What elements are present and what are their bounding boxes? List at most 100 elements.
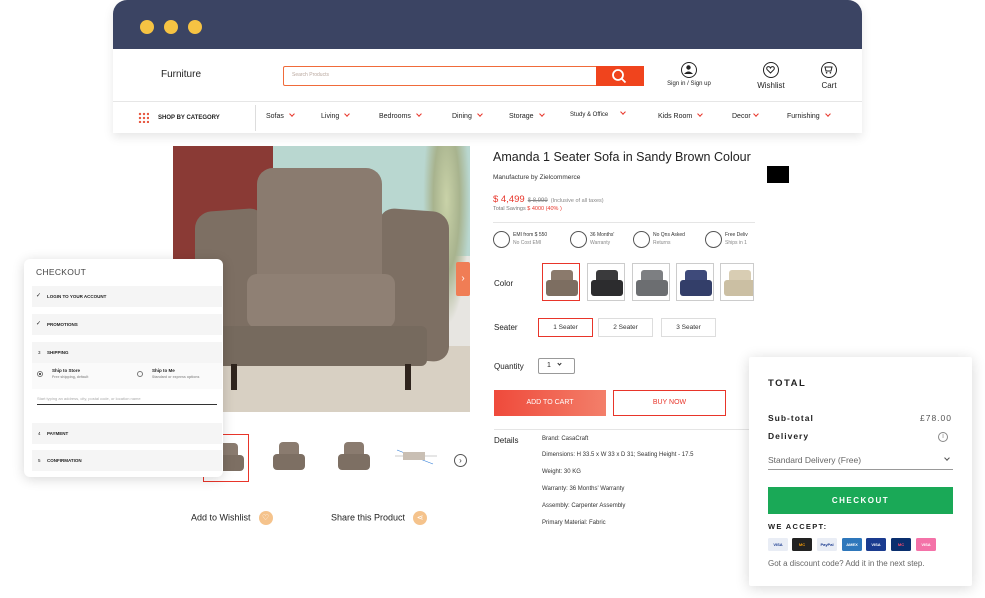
category-divider <box>255 105 256 131</box>
mastercard-icon: MC <box>792 538 812 551</box>
chevron-down-icon <box>344 111 351 117</box>
search-input[interactable]: Search Products <box>292 72 329 78</box>
feature-strip: EMI from $ 550 No Cost EMI 36 Months' Warr… <box>493 222 755 256</box>
signin-link[interactable]: Sign in / Sign up <box>662 62 716 87</box>
manufacturer: Manufacture by Zielcommerce <box>493 174 581 181</box>
mrp-price: $ 8,999 <box>527 198 548 204</box>
category-dining[interactable]: Dining <box>452 111 483 120</box>
redaction-box <box>767 166 789 183</box>
heart-icon <box>763 62 779 78</box>
subtotal-label: Sub-total <box>768 413 814 423</box>
shipping-options: Ship to Store Free shipping, default Shi… <box>32 363 222 389</box>
info-icon[interactable]: i <box>938 432 948 442</box>
amex-card-icon: AMEX <box>842 538 862 551</box>
price-row: $ 4,499 $ 8,999 (Inclusive of all taxes) <box>493 189 604 207</box>
add-to-cart-button[interactable]: ADD TO CART <box>494 390 606 416</box>
chevron-down-icon <box>944 455 950 461</box>
signin-label: Sign in / Sign up <box>667 81 711 87</box>
category-label: Study & Office <box>570 112 609 118</box>
detail-material: Primary Material: Fabric <box>542 520 606 526</box>
checkout-button[interactable]: CHECKOUT <box>768 487 953 514</box>
site-header: Furniture Search Products Sign in / Sign… <box>113 49 862 102</box>
feature-emi: EMI from $ 550 No Cost EMI <box>493 231 547 249</box>
category-storage[interactable]: Storage <box>509 111 545 120</box>
window-dot-3[interactable] <box>188 20 202 34</box>
color-swatch-blue[interactable] <box>676 263 714 301</box>
order-total-card: TOTAL Sub-total £78.00 Delivery i Standa… <box>749 357 972 586</box>
category-sofas[interactable]: Sofas <box>266 111 295 120</box>
ship-to-store-radio[interactable] <box>37 371 43 377</box>
thumbnail[interactable] <box>265 434 311 482</box>
details-label: Details <box>494 436 519 445</box>
share-product[interactable]: Share this Product ⋖ <box>331 511 428 525</box>
category-bedrooms[interactable]: Bedrooms <box>379 111 422 120</box>
visa-electron-card-icon: VISA <box>866 538 886 551</box>
category-furnishing[interactable]: Furnishing <box>787 111 831 120</box>
subtotal-value: £78.00 <box>920 413 952 423</box>
checkout-step-login[interactable]: ✓ LOGIN TO YOUR ACCOUNT <box>32 286 222 307</box>
window-dot-1[interactable] <box>140 20 154 34</box>
product-title: Amanda 1 Seater Sofa in Sandy Brown Colo… <box>493 150 751 164</box>
image-next-arrow[interactable]: › <box>456 262 470 296</box>
search-button[interactable] <box>596 66 644 86</box>
price: $ 4,499 <box>493 194 525 205</box>
seater-label: Seater <box>494 323 518 332</box>
share-icon: ⋖ <box>413 511 428 525</box>
visa-card-icon: VISA <box>768 538 788 551</box>
quantity-label: Quantity <box>494 362 524 371</box>
category-bar: SHOP BY CATEGORY Sofas Living Bedrooms D… <box>113 103 862 133</box>
site-logo[interactable]: Furniture <box>161 69 201 80</box>
category-label: Sofas <box>266 113 284 120</box>
category-decor[interactable]: Decor <box>732 111 759 120</box>
warranty-shield-icon <box>570 231 587 248</box>
color-swatch-brown[interactable] <box>542 263 580 301</box>
color-swatch-grey[interactable] <box>632 263 670 301</box>
quantity-select[interactable]: 1 <box>538 358 575 374</box>
shop-by-category[interactable]: SHOP BY CATEGORY <box>138 112 220 123</box>
color-swatch-beige[interactable] <box>720 263 754 301</box>
thumbnail[interactable] <box>330 434 376 482</box>
add-to-wishlist[interactable]: Add to Wishlist ♡ <box>191 511 273 525</box>
seater-option-1[interactable]: 1 Seater <box>538 318 593 337</box>
we-accept-label: WE ACCEPT: <box>768 522 828 531</box>
buy-now-button[interactable]: BUY NOW <box>613 390 726 416</box>
color-swatch-black[interactable] <box>587 263 625 301</box>
chevron-down-icon <box>752 111 759 117</box>
chevron-down-icon <box>697 111 704 117</box>
share-label: Share this Product <box>331 512 406 523</box>
category-study-office[interactable]: Study & Office <box>570 109 627 118</box>
feature-returns: No Qns Asked Returns <box>633 231 685 249</box>
address-input[interactable]: Start typing an address, city, postal co… <box>37 396 217 405</box>
feature-warranty: 36 Months' Warranty <box>570 231 614 249</box>
discount-note: Got a discount code? Add it in the next … <box>768 559 925 568</box>
category-label: Furnishing <box>787 113 820 120</box>
category-label: Living <box>321 113 340 120</box>
category-label: Decor <box>732 113 751 120</box>
search-bar[interactable]: Search Products <box>283 66 644 86</box>
checkout-step-promotions[interactable]: ✓ PROMOTIONS <box>32 314 222 335</box>
wishlist-link[interactable]: Wishlist <box>753 62 789 90</box>
total-title: TOTAL <box>768 378 807 389</box>
delivery-select[interactable]: Standard Delivery (Free) <box>768 451 953 470</box>
cart-label: Cart <box>821 81 837 90</box>
seater-option-3[interactable]: 3 Seater <box>661 318 716 337</box>
quantity-value: 1 <box>547 362 551 369</box>
ship-to-me-radio[interactable] <box>137 371 143 377</box>
category-living[interactable]: Living <box>321 111 351 120</box>
category-kids-room[interactable]: Kids Room <box>658 111 704 120</box>
paypal-card-icon: PayPal <box>817 538 837 551</box>
cart-link[interactable]: Cart <box>815 62 843 90</box>
thumbnail-dimensions[interactable] <box>393 434 439 482</box>
delivery-option: Standard Delivery (Free) <box>768 455 862 465</box>
detail-warranty: Warranty: 36 Months' Warranty <box>542 486 625 492</box>
checkout-step-payment[interactable]: 4 PAYMENT <box>32 423 222 444</box>
checkout-step-confirmation[interactable]: 5 CONFIRMATION <box>32 450 222 471</box>
seater-option-2[interactable]: 2 Seater <box>598 318 653 337</box>
detail-assembly: Assembly: Carpenter Assembly <box>542 503 626 509</box>
window-dot-2[interactable] <box>164 20 178 34</box>
checkout-title: CHECKOUT <box>36 267 87 277</box>
category-label: Storage <box>509 113 534 120</box>
chevron-down-icon <box>538 111 545 117</box>
thumbnail-next-arrow[interactable]: › <box>454 454 467 467</box>
checkout-step-shipping[interactable]: 3 SHIPPING <box>32 342 222 363</box>
